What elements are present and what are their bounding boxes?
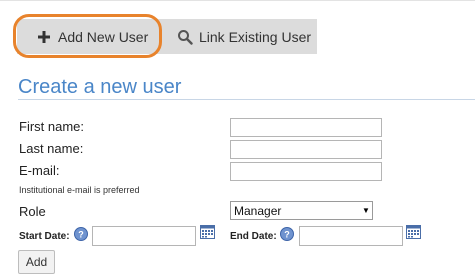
search-icon bbox=[178, 29, 193, 45]
end-date-label: End Date: bbox=[230, 231, 277, 242]
chevron-down-icon: ▼ bbox=[362, 206, 370, 215]
plus-icon bbox=[38, 30, 50, 43]
title-underline bbox=[18, 99, 475, 100]
link-existing-user-label: Link Existing User bbox=[199, 28, 312, 45]
email-hint: Institutional e-mail is preferred bbox=[19, 185, 140, 195]
end-date-input[interactable] bbox=[299, 226, 403, 246]
role-label: Role bbox=[19, 204, 46, 219]
help-icon[interactable]: ? bbox=[280, 227, 294, 241]
add-button[interactable]: Add bbox=[18, 250, 55, 274]
role-selected-value: Manager bbox=[234, 203, 282, 218]
calendar-icon[interactable] bbox=[200, 224, 215, 239]
first-name-label: First name: bbox=[19, 119, 85, 134]
top-divider bbox=[0, 0, 475, 1]
help-icon[interactable]: ? bbox=[74, 227, 88, 241]
email-input[interactable] bbox=[230, 162, 382, 181]
role-select[interactable]: Manager ▼ bbox=[230, 201, 373, 220]
start-date-input[interactable] bbox=[92, 226, 196, 246]
page-title: Create a new user bbox=[18, 76, 182, 98]
last-name-label: Last name: bbox=[19, 141, 84, 156]
user-action-bar: Add New User Link Existing User bbox=[17, 19, 317, 54]
last-name-input[interactable] bbox=[230, 140, 382, 159]
email-label: E-mail: bbox=[19, 163, 60, 178]
svg-text:?: ? bbox=[284, 230, 290, 240]
link-existing-user-button[interactable]: Link Existing User bbox=[157, 19, 317, 54]
svg-text:?: ? bbox=[78, 230, 84, 240]
calendar-icon[interactable] bbox=[406, 224, 421, 239]
add-new-user-button[interactable]: Add New User bbox=[17, 19, 160, 54]
first-name-input[interactable] bbox=[230, 118, 382, 137]
add-new-user-label: Add New User bbox=[58, 28, 149, 45]
start-date-label: Start Date: bbox=[19, 231, 70, 242]
